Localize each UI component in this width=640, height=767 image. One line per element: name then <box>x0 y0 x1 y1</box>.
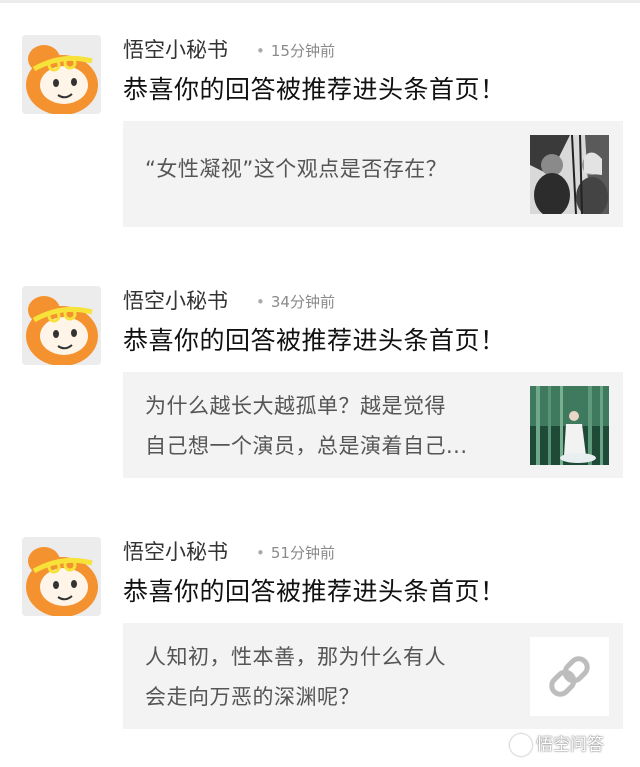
top-divider <box>0 0 640 3</box>
timestamp: • 34分钟前 <box>256 293 335 311</box>
notification-item[interactable]: 悟空小秘书 • 15分钟前 恭喜你的回答被推荐进头条首页！ “女性凝视”这个观点是… <box>0 35 640 250</box>
sender-name[interactable]: 悟空小秘书 <box>123 288 228 314</box>
timestamp: • 51分钟前 <box>256 544 335 562</box>
wukong-watermark: 悟空问答 <box>510 734 604 756</box>
question-title: 为什么越长大越孤单？越是觉得 自己想一个演员，总是演着自己... <box>145 394 468 458</box>
wukong-avatar-icon[interactable] <box>22 35 101 114</box>
notification-message: 恭喜你的回答被推荐进头条首页！ <box>123 577 506 606</box>
wukong-avatar-icon[interactable] <box>22 537 101 616</box>
notification-item[interactable]: 悟空小秘书 • 34分钟前 恭喜你的回答被推荐进头条首页！ 为什么越长大越孤单？越… <box>0 286 640 501</box>
notification-item[interactable]: 悟空小秘书 • 51分钟前 恭喜你的回答被推荐进头条首页！ 人知初，性本善，那为什… <box>0 537 640 752</box>
notification-message: 恭喜你的回答被推荐进头条首页！ <box>123 326 506 355</box>
wukong-logo-icon <box>510 734 532 756</box>
sender-name[interactable]: 悟空小秘书 <box>123 539 228 565</box>
question-title: “女性凝视”这个观点是否存在？ <box>145 157 448 181</box>
wukong-avatar-icon[interactable] <box>22 286 101 365</box>
link-icon <box>530 637 609 716</box>
sender-name[interactable]: 悟空小秘书 <box>123 37 228 63</box>
question-card[interactable]: “女性凝视”这个观点是否存在？ <box>123 121 623 227</box>
question-card[interactable]: 人知初，性本善，那为什么有人 会走向万恶的深渊呢？ <box>123 623 623 729</box>
photo-two-women-thumbnail <box>530 135 609 214</box>
question-card[interactable]: 为什么越长大越孤单？越是觉得 自己想一个演员，总是演着自己... <box>123 372 623 478</box>
question-title: 人知初，性本善，那为什么有人 会走向万恶的深渊呢？ <box>145 645 446 709</box>
timestamp: • 15分钟前 <box>256 42 335 60</box>
photo-forest-woman-thumbnail <box>530 386 609 465</box>
notification-message: 恭喜你的回答被推荐进头条首页！ <box>123 75 506 104</box>
